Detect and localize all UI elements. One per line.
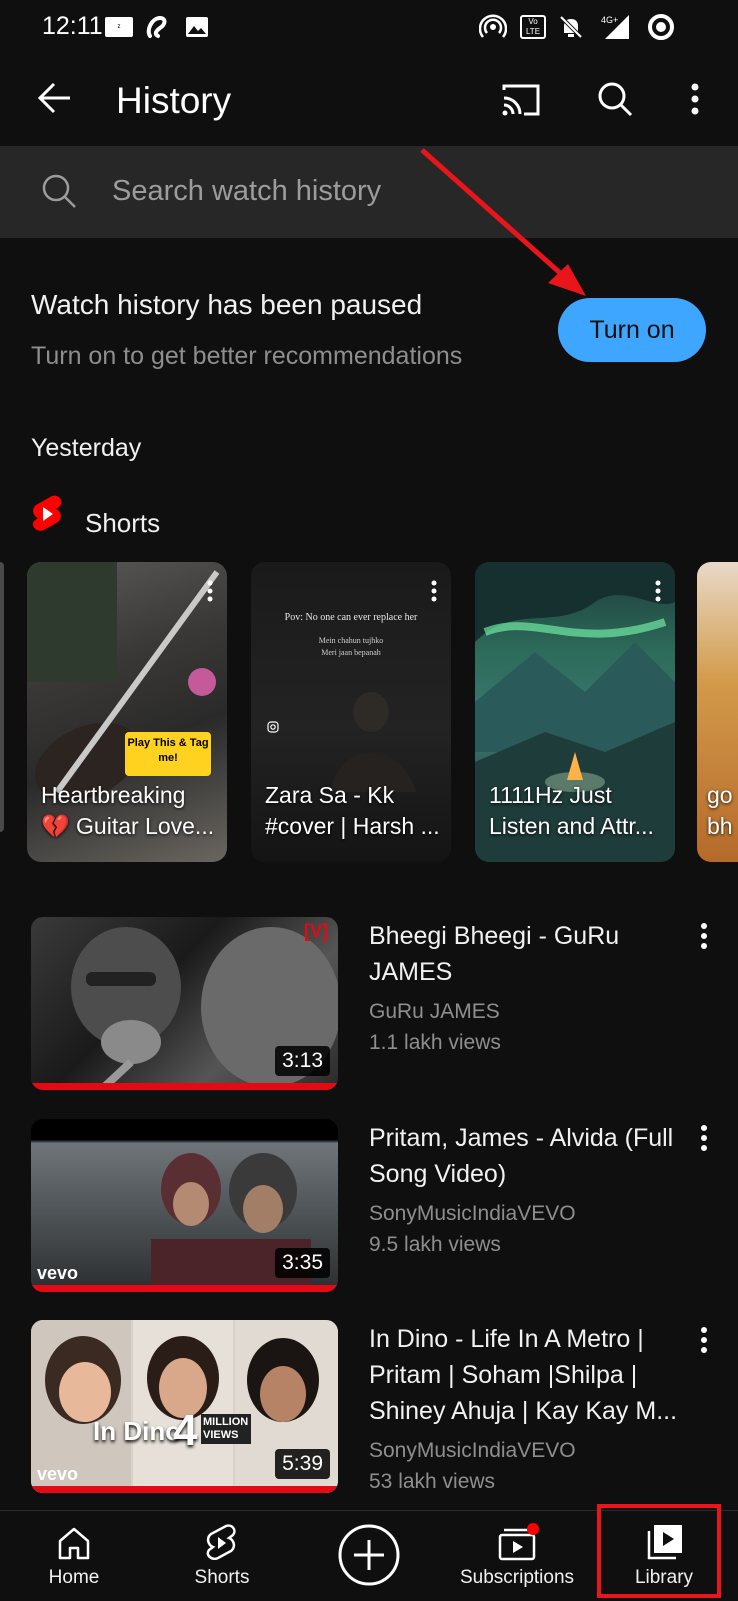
video-channel: SonyMusicIndiaVEVO [369, 1439, 576, 1462]
nav-subscriptions[interactable]: Subscriptions [452, 1511, 582, 1601]
annotation-arrow-icon [420, 148, 586, 296]
signal-4g-icon: 4G+ [596, 14, 632, 40]
annotation-highlight-box [597, 1504, 721, 1598]
gallery-icon [184, 14, 210, 40]
channel-watermark: [V] [304, 921, 328, 941]
watch-progress-bar [31, 1083, 338, 1090]
nav-subscriptions-label: Subscriptions [459, 1567, 575, 1588]
airtel-icon [142, 14, 172, 40]
instagram-icon [267, 720, 279, 738]
history-paused-title: Watch history has been paused [31, 289, 423, 320]
short-sticker: Play This & Tag me! [125, 732, 211, 776]
turn-on-button[interactable]: Turn on [558, 298, 706, 362]
video-more-icon[interactable] [700, 1326, 708, 1354]
page-title: History [116, 80, 232, 121]
cast-icon[interactable] [500, 82, 542, 118]
shorts-card-partial-left [0, 562, 4, 832]
shorts-logo-icon [30, 494, 64, 534]
history-paused-subtitle: Turn on to get better recommendations [31, 342, 463, 370]
video-channel: GuRu JAMES [369, 1000, 500, 1023]
search-placeholder: Search watch history [112, 175, 382, 207]
short-more-icon[interactable] [655, 580, 661, 607]
short-title: go bh [707, 782, 733, 839]
subscriptions-icon [496, 1523, 540, 1566]
status-time: 12:11 [42, 12, 103, 40]
nav-shorts[interactable]: Shorts [168, 1511, 276, 1601]
top-app-bar [0, 56, 738, 146]
short-card[interactable]: Pov: No one can ever replace her Mein ch… [251, 562, 451, 862]
volte-icon: Vo LTE [518, 14, 548, 40]
video-duration: 3:13 [275, 1046, 330, 1076]
home-icon [56, 1525, 92, 1566]
nav-shorts-label: Shorts [194, 1567, 250, 1588]
watch-progress-bar [31, 1486, 338, 1493]
video-views: 9.5 lakh views [369, 1233, 501, 1256]
short-more-icon[interactable] [207, 580, 213, 607]
thumbnail-overlay-title: In Dino [93, 1416, 182, 1446]
watch-progress-bar [31, 1285, 338, 1292]
video-title[interactable]: In Dino - Life In A Metro | Pritam | Soh… [369, 1321, 689, 1429]
video-duration: 5:39 [275, 1449, 330, 1479]
short-overlay-text: Meri jaan bepanah [321, 648, 381, 657]
short-title: 1111Hz Just Listen and Attr... [489, 782, 654, 839]
short-card[interactable]: go bh [697, 562, 738, 862]
video-thumbnail[interactable]: vevo In Dino 4 MILLION VIEWS 5:39 [31, 1320, 338, 1493]
back-arrow-icon[interactable] [34, 78, 74, 118]
thumbnail-overlay-badge: MILLION VIEWS [201, 1414, 251, 1444]
short-overlay-text: Pov: No one can ever replace her [284, 612, 418, 623]
shorts-icon [204, 1523, 238, 1568]
status-bar: 12:11 z Vo LTE 4G+ [0, 0, 738, 56]
vevo-logo: vevo [37, 1263, 79, 1283]
video-more-icon[interactable] [700, 922, 708, 950]
video-title[interactable]: Bheegi Bheegi - GuRu JAMES [369, 918, 689, 990]
battery-saver-icon [646, 14, 676, 40]
search-field-icon [40, 172, 78, 210]
svg-text:4G+: 4G+ [601, 15, 618, 25]
video-views: 1.1 lakh views [369, 1031, 501, 1054]
search-icon[interactable] [596, 80, 634, 118]
video-views: 53 lakh views [369, 1470, 496, 1493]
nav-home-label: Home [48, 1567, 100, 1588]
short-card[interactable]: Play This & Tag me! Heartbreaking 💔 Guit… [27, 562, 227, 862]
video-channel: SonyMusicIndiaVEVO [369, 1202, 576, 1225]
short-title: Zara Sa - Kk #cover | Harsh ... [265, 782, 440, 839]
thumbnail-overlay-number: 4 [173, 1406, 198, 1455]
video-more-icon[interactable] [700, 1124, 708, 1152]
more-options-icon[interactable] [690, 82, 700, 116]
shorts-section-label: Shorts [85, 508, 161, 538]
video-title[interactable]: Pritam, James - Alvida (Full Song Video) [369, 1120, 689, 1192]
hotspot-icon [478, 14, 508, 40]
short-title: Heartbreaking 💔 Guitar Love... [41, 782, 215, 839]
short-overlay-text: Mein chahun tujhko [318, 636, 384, 645]
video-thumbnail[interactable]: vevo 3:35 [31, 1119, 338, 1292]
short-card[interactable]: 1111Hz Just Listen and Attr... [475, 562, 675, 862]
short-more-icon[interactable] [431, 580, 437, 607]
create-button[interactable] [337, 1523, 401, 1587]
add-icon [338, 1524, 400, 1586]
zomato-notification-icon: z [104, 14, 134, 40]
vevo-logo: vevo [37, 1464, 79, 1484]
nav-home[interactable]: Home [20, 1511, 128, 1601]
mute-notifications-icon [556, 14, 586, 40]
section-heading-yesterday: Yesterday [31, 434, 142, 462]
video-thumbnail[interactable]: [V] 3:13 [31, 917, 338, 1090]
video-duration: 3:35 [275, 1248, 330, 1278]
